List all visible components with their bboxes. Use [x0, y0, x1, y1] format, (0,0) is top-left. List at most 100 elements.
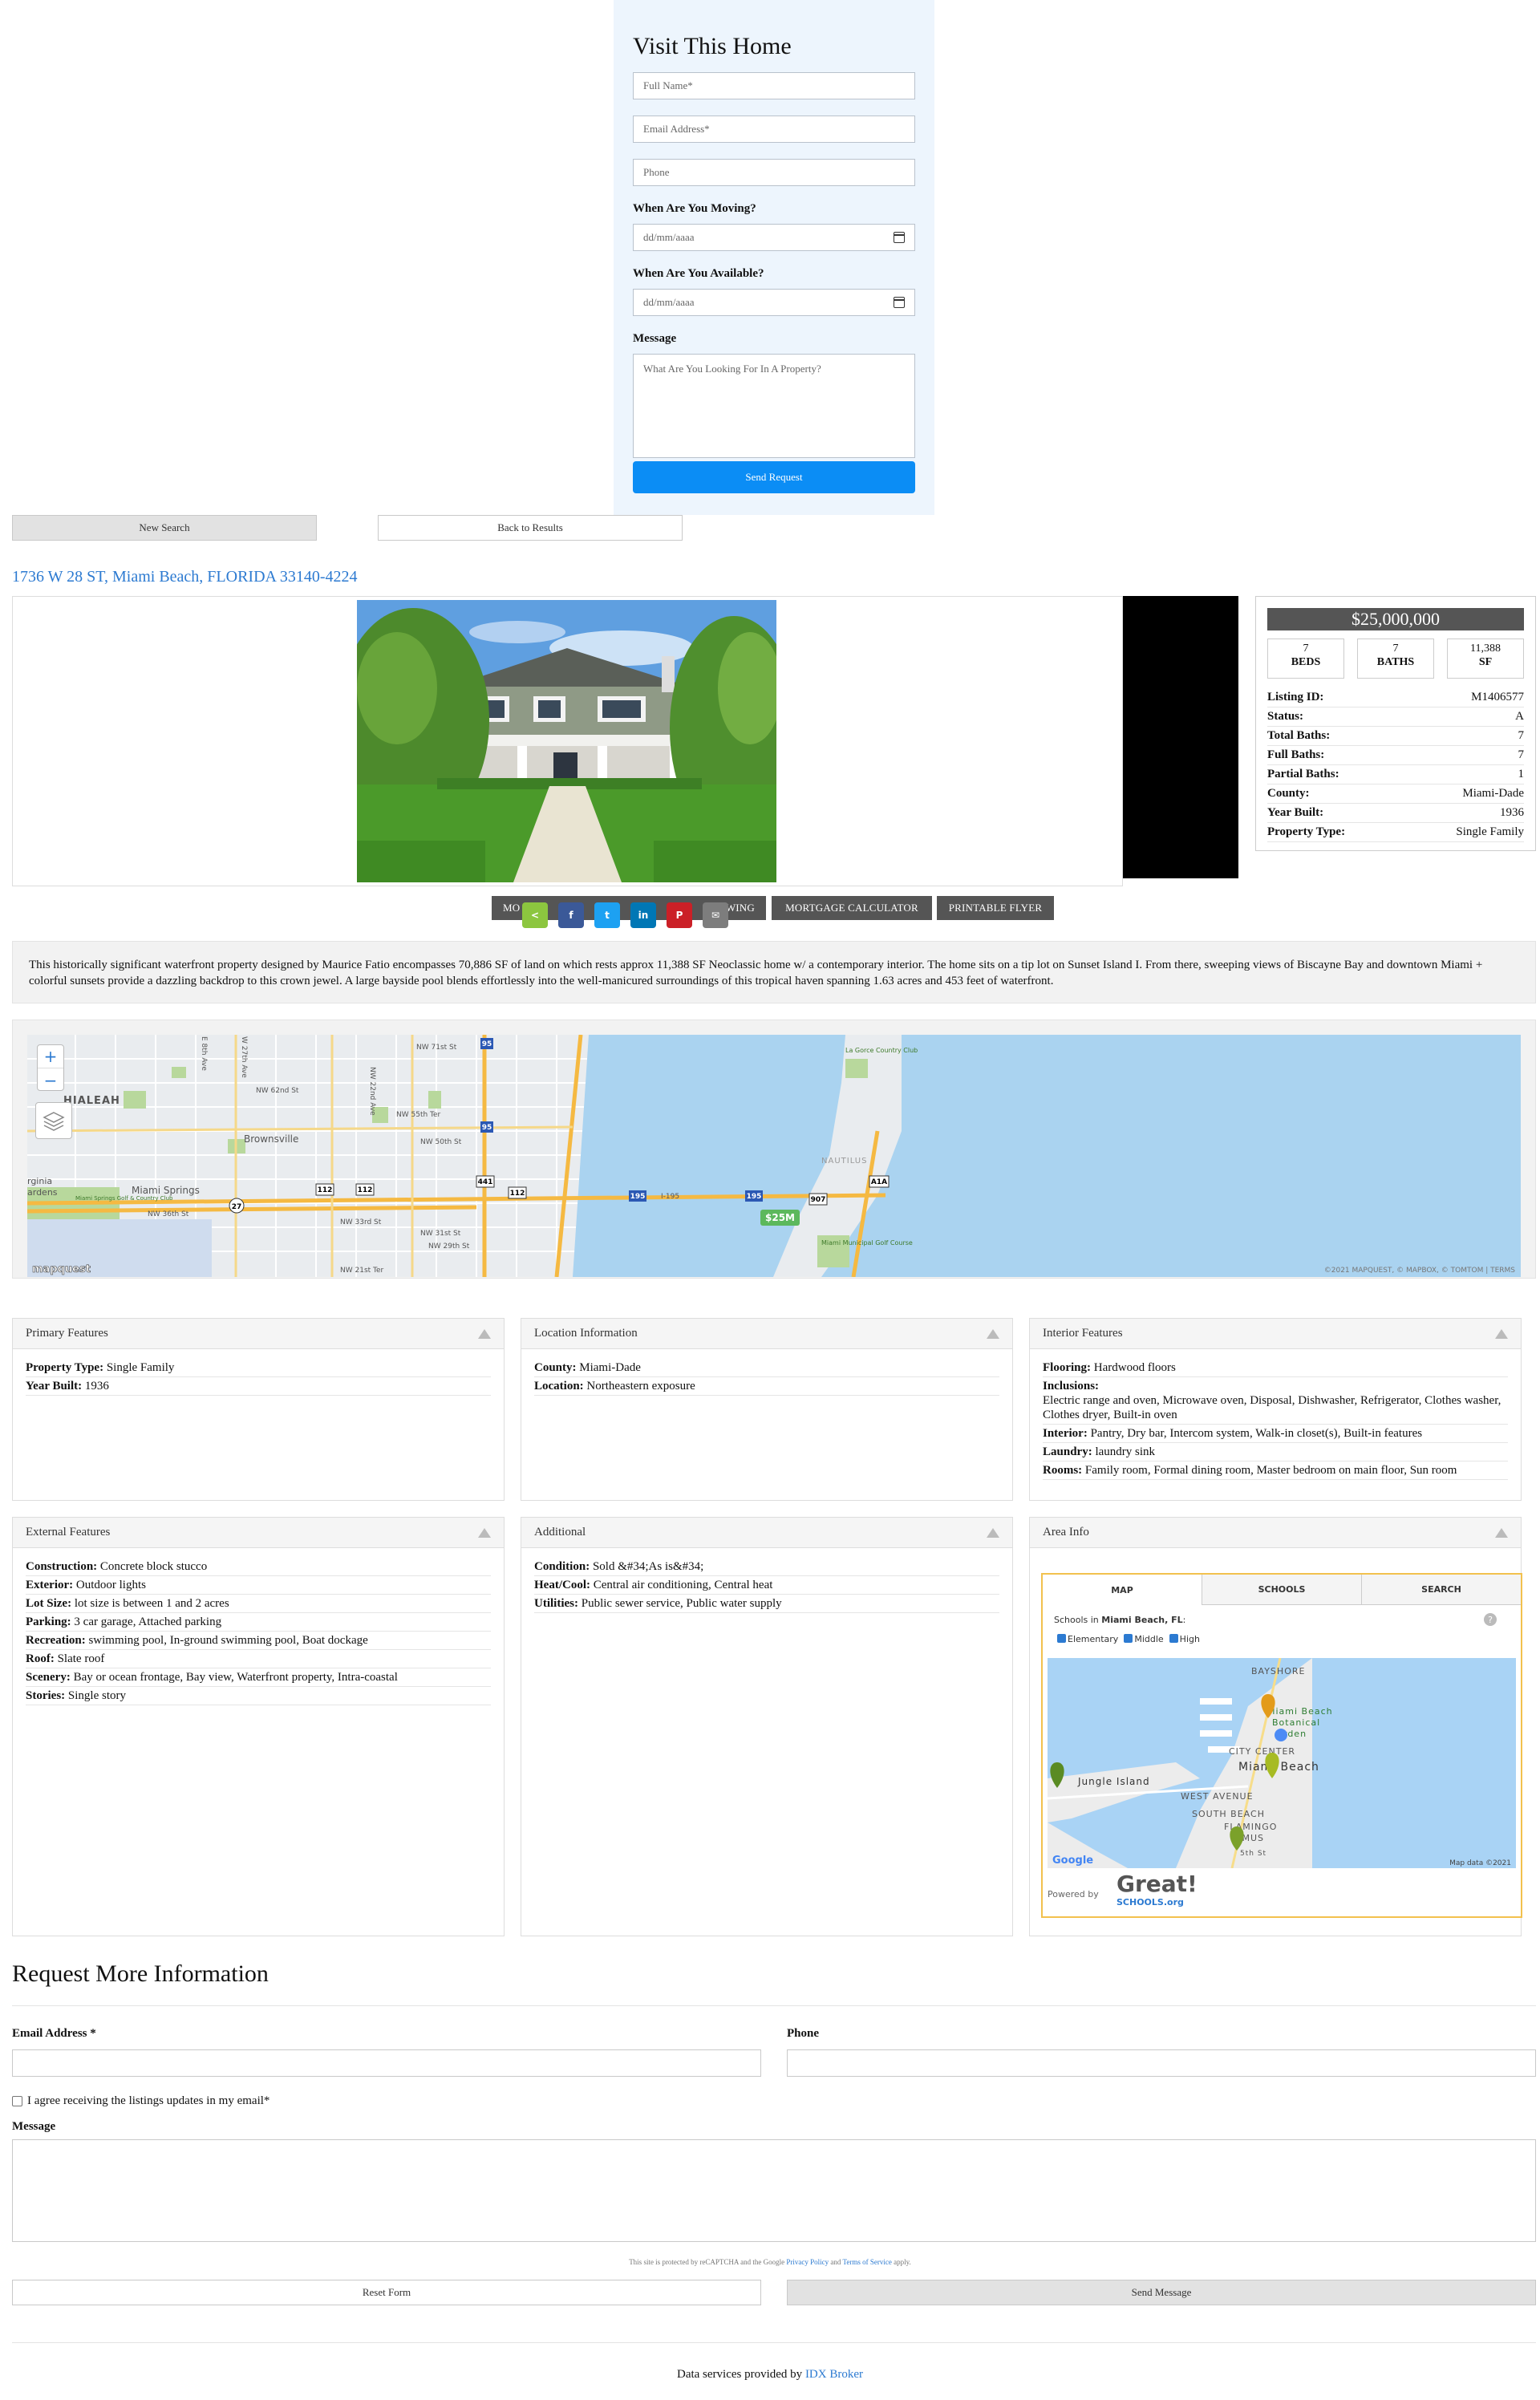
checkbox-checked-icon[interactable]: [1169, 1634, 1178, 1643]
detail-row: Full Baths: 7: [1267, 746, 1524, 765]
map-credit[interactable]: ©2021 MAPQUEST, © MAPBOX, © TOMTOM | TER…: [1324, 1267, 1516, 1275]
filter-elementary[interactable]: Elementary: [1057, 1634, 1118, 1644]
linkedin-icon[interactable]: in: [630, 902, 656, 928]
collapse-icon[interactable]: [478, 1328, 491, 1339]
collapse-icon[interactable]: [478, 1527, 491, 1538]
calendar-icon[interactable]: [894, 232, 905, 243]
mapquest-logo: mapquest: [32, 1263, 91, 1275]
feature-value: Pantry, Dry bar, Intercom system, Walk-i…: [1090, 1427, 1423, 1440]
feature-row: Flooring: Hardwood floors: [1043, 1359, 1508, 1377]
map-road-shield: 195: [630, 1193, 646, 1201]
gallery-side-panel: [1123, 596, 1238, 878]
panel-header[interactable]: External Features: [13, 1518, 504, 1548]
map-label: ardens: [27, 1187, 58, 1198]
detail-row: Total Baths: 7: [1267, 727, 1524, 746]
request-phone-input[interactable]: [787, 2049, 1536, 2077]
share-icon[interactable]: <: [522, 902, 548, 928]
feature-row: Rooms: Family room, Formal dining room, …: [1043, 1461, 1508, 1480]
detail-row: Partial Baths: 1: [1267, 765, 1524, 784]
checkbox-checked-icon[interactable]: [1057, 1634, 1066, 1643]
zoom-in-button[interactable]: +: [38, 1045, 63, 1068]
map-label: Miami Springs: [132, 1185, 200, 1196]
tab-schools[interactable]: SCHOOLS: [1202, 1575, 1361, 1605]
feature-value: lot size is between 1 and 2 acres: [74, 1597, 229, 1610]
filter-high[interactable]: High: [1169, 1634, 1200, 1644]
property-map-pin[interactable]: $25M: [760, 1210, 800, 1226]
map-road-shield: 195: [747, 1193, 762, 1201]
collapse-icon[interactable]: [1495, 1328, 1508, 1339]
property-photo[interactable]: [357, 600, 776, 882]
schools-caption-prefix: Schools in: [1054, 1615, 1102, 1625]
map-label: rginia: [27, 1176, 52, 1186]
tab-map[interactable]: MAP: [1043, 1575, 1202, 1605]
agree-label: I agree receiving the listings updates i…: [27, 2094, 270, 2107]
available-date-input[interactable]: dd/mm/aaaa: [633, 289, 915, 316]
layers-button[interactable]: [35, 1102, 72, 1139]
property-address[interactable]: 1736 W 28 ST, Miami Beach, FLORIDA 33140…: [12, 568, 358, 586]
listing-price: $25,000,000: [1267, 608, 1524, 630]
available-label: When Are You Available?: [633, 267, 764, 280]
feature-key: Scenery:: [26, 1671, 71, 1684]
feature-row: Inclusions: Electric range and oven, Micr…: [1043, 1377, 1508, 1425]
schools-map[interactable]: BAYSHORE Miami Beach Botanical rden CITY…: [1048, 1658, 1516, 1868]
send-request-button[interactable]: Send Request: [633, 461, 915, 493]
request-message-textarea[interactable]: [12, 2139, 1536, 2242]
feature-value: Single story: [67, 1689, 126, 1702]
detail-row: Property Type: Single Family: [1267, 823, 1524, 842]
filter-middle[interactable]: Middle: [1124, 1634, 1164, 1644]
privacy-policy-link[interactable]: Privacy Policy: [786, 2258, 829, 2266]
listing-summary: $25,000,000 7 BEDS 7 BATHS 11,388 SF Lis…: [1255, 596, 1536, 851]
reset-form-button[interactable]: Reset Form: [12, 2280, 761, 2305]
map-label: La Gorce Country Club: [845, 1047, 918, 1054]
collapse-icon[interactable]: [1495, 1527, 1508, 1538]
tab-search[interactable]: SEARCH: [1361, 1575, 1521, 1605]
schools-caption: Schools in Miami Beach, FL:: [1054, 1615, 1185, 1625]
zoom-out-button[interactable]: −: [38, 1068, 63, 1092]
feature-value: Outdoor lights: [75, 1579, 146, 1591]
facebook-icon[interactable]: f: [558, 902, 584, 928]
property-map[interactable]: 95 95 441 112 112 112 27 195 195 907 A1A…: [27, 1035, 1521, 1277]
feature-row: Condition: Sold &#34;As is&#34;: [534, 1558, 999, 1576]
collapse-icon[interactable]: [987, 1527, 999, 1538]
feature-row: Laundry: laundry sink: [1043, 1443, 1508, 1461]
idx-broker-link[interactable]: IDX Broker: [805, 2368, 863, 2381]
agree-checkbox-row[interactable]: I agree receiving the listings updates i…: [12, 2094, 270, 2108]
moving-date-input[interactable]: dd/mm/aaaa: [633, 224, 915, 251]
back-to-results-button[interactable]: Back to Results: [378, 515, 683, 541]
checkbox-checked-icon[interactable]: [1124, 1634, 1133, 1643]
terms-link[interactable]: Terms of Service: [843, 2258, 892, 2266]
email-icon[interactable]: ✉: [703, 902, 728, 928]
printable-flyer-button[interactable]: PRINTABLE FLYER: [937, 896, 1054, 920]
twitter-icon[interactable]: t: [594, 902, 620, 928]
full-name-input[interactable]: Full Name*: [633, 72, 915, 99]
filter-label: Elementary: [1068, 1634, 1119, 1644]
email-input[interactable]: Email Address*: [633, 116, 915, 143]
feature-value: Northeastern exposure: [586, 1380, 695, 1393]
request-email-input[interactable]: [12, 2049, 761, 2077]
mortgage-calculator-button[interactable]: MORTGAGE CALCULATOR: [772, 896, 932, 920]
map-road-shield: 907: [811, 1196, 826, 1204]
agree-checkbox[interactable]: [12, 2096, 22, 2106]
panel-header[interactable]: Additional: [521, 1518, 1012, 1548]
feature-key: Parking:: [26, 1616, 71, 1628]
feature-row: Interior: Pantry, Dry bar, Intercom syst…: [1043, 1425, 1508, 1443]
send-message-button[interactable]: Send Message: [787, 2280, 1536, 2305]
feature-key: Heat/Cool:: [534, 1579, 590, 1591]
panel-header[interactable]: Area Info: [1030, 1518, 1521, 1548]
help-icon[interactable]: ?: [1484, 1613, 1497, 1626]
panel-header[interactable]: Primary Features: [13, 1319, 504, 1349]
panel-header[interactable]: Location Information: [521, 1319, 1012, 1349]
calendar-icon[interactable]: [894, 297, 905, 308]
panel-title: External Features: [26, 1526, 111, 1539]
feature-key: Recreation:: [26, 1634, 86, 1647]
feature-value: 3 car garage, Attached parking: [74, 1616, 222, 1628]
message-textarea[interactable]: What Are You Looking For In A Property?: [633, 354, 915, 458]
greatschools-logo[interactable]: Great!: [1116, 1873, 1198, 1895]
new-search-button[interactable]: New Search: [12, 515, 317, 541]
pinterest-icon[interactable]: P: [667, 902, 692, 928]
schools-map-label: Miami Beach: [1267, 1706, 1333, 1717]
collapse-icon[interactable]: [987, 1328, 999, 1339]
panel-header[interactable]: Interior Features: [1030, 1319, 1521, 1349]
schools-map-label: WEST AVENUE: [1181, 1791, 1254, 1802]
phone-input[interactable]: Phone: [633, 159, 915, 186]
